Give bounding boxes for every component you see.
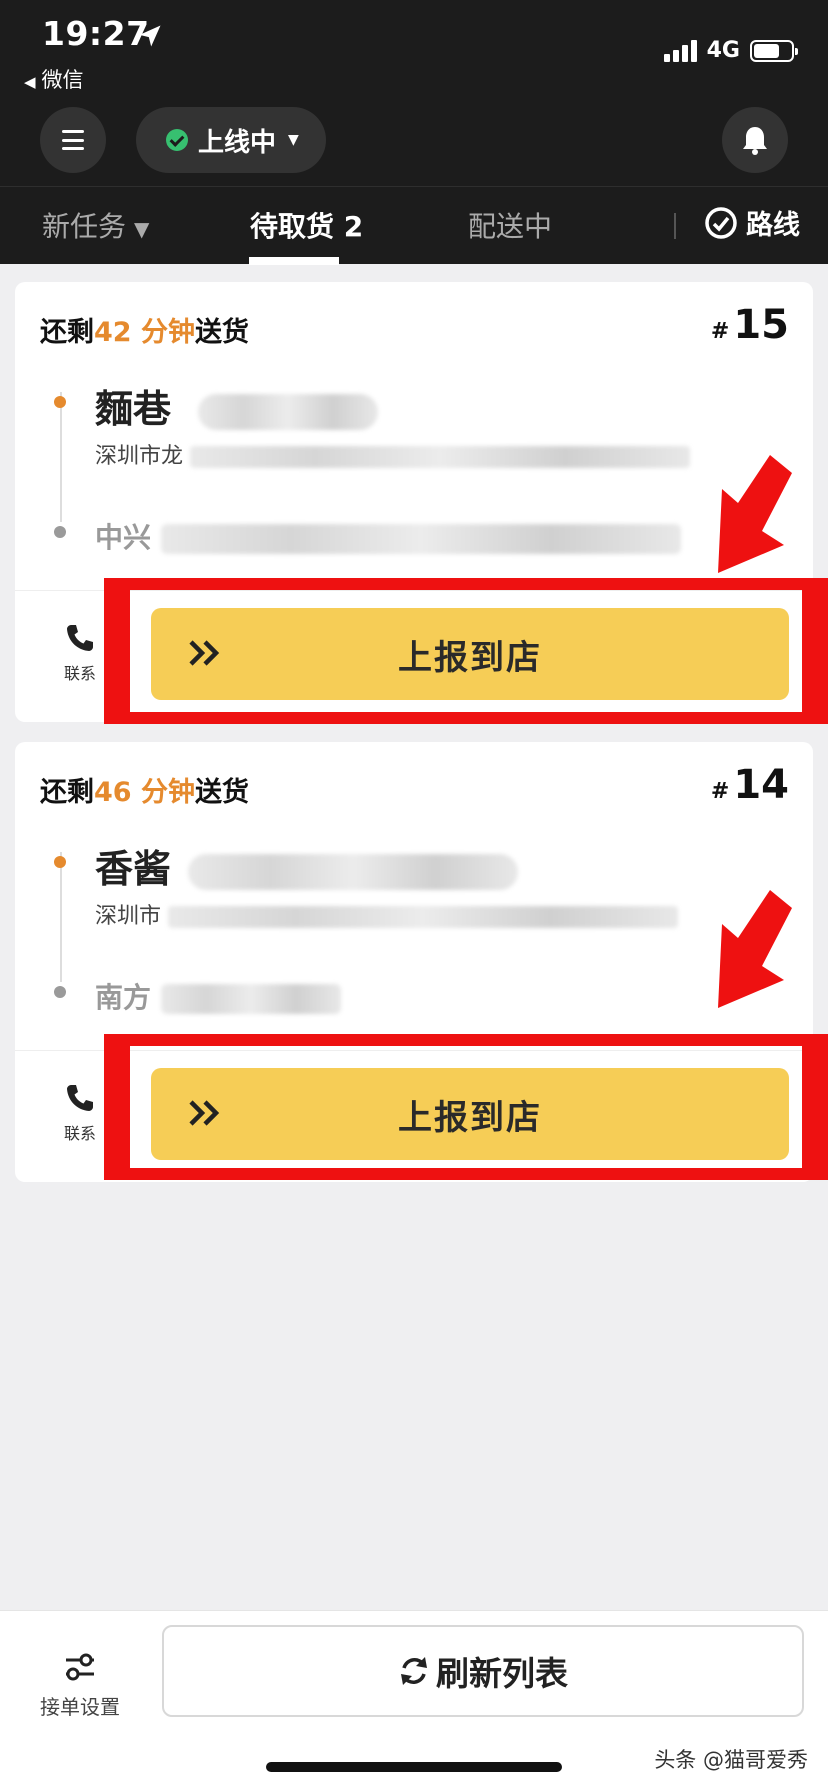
tab-new-tasks-label: 新任务: [42, 210, 127, 243]
tab-new-tasks[interactable]: 新任务 ▼: [42, 205, 149, 245]
notification-button[interactable]: [722, 107, 788, 173]
contact-label: 联系: [63, 664, 96, 683]
status-time: 19:27: [42, 14, 150, 53]
watermark: 头条 @猫哥爱秀: [654, 1748, 808, 1772]
network-type: 4G: [706, 38, 740, 63]
dropoff-dot-icon: [54, 526, 66, 538]
countdown-minutes: 42 分钟: [94, 317, 195, 348]
bell-icon: [743, 127, 767, 155]
redacted-address: [168, 906, 679, 928]
redacted-store-detail: [198, 393, 379, 430]
dropoff-dot-icon: [54, 986, 66, 998]
delivery-countdown: 还剩42 分钟送货: [40, 310, 249, 349]
delivery-countdown: 还剩46 分钟送货: [40, 770, 249, 809]
signal-icon: [663, 39, 697, 62]
caret-down-icon: ▼: [288, 132, 299, 148]
order-number-value: 14: [733, 762, 789, 808]
store-name-text: 香酱: [95, 847, 172, 891]
route-map-icon: [705, 206, 737, 239]
pickup-dot-icon: [54, 856, 66, 868]
contact-button[interactable]: 联系: [55, 622, 105, 684]
order-hash: #: [710, 779, 730, 804]
tab-pending-pickup[interactable]: 待取货 2: [250, 205, 363, 245]
route-label: 路线: [746, 210, 800, 241]
countdown-suffix: 送货: [194, 317, 249, 348]
store-name: 香酱: [95, 838, 519, 893]
order-hash: #: [710, 319, 730, 344]
back-app-label: 微信: [41, 68, 84, 92]
refresh-list-button[interactable]: 刷新列表: [162, 1625, 804, 1717]
route-button[interactable]: 路线: [704, 203, 800, 242]
order-number: #15: [711, 302, 789, 348]
route-connector: [60, 392, 62, 522]
countdown-prefix: 还剩: [40, 317, 94, 348]
status-indicators: 4G: [663, 38, 798, 63]
destination-text: 南方: [95, 981, 152, 1014]
menu-button[interactable]: [40, 107, 106, 173]
store-address: 深圳市: [95, 898, 679, 930]
store-address-text: 深圳市龙: [95, 444, 184, 469]
filter-icon: ▼: [134, 217, 150, 241]
order-settings-button[interactable]: 接单设置: [30, 1651, 130, 1720]
highlight-box: [104, 578, 828, 724]
store-address-text: 深圳市: [95, 904, 162, 929]
order-settings-label: 接单设置: [40, 1695, 120, 1719]
countdown-minutes: 46 分钟: [94, 777, 195, 808]
battery-icon: [750, 39, 798, 62]
store-address: 深圳市龙: [95, 438, 691, 470]
route-connector: [60, 852, 62, 982]
red-arrow-icon: [718, 890, 792, 1008]
destination: 南方: [95, 976, 341, 1016]
active-tab-indicator: [249, 257, 339, 265]
pickup-dot-icon: [54, 396, 66, 408]
online-status-dropdown[interactable]: 上线中 ▼: [136, 107, 326, 173]
phone-icon: [67, 1085, 93, 1111]
destination: 中兴: [95, 516, 681, 556]
store-name-text: 麵巷: [95, 387, 172, 431]
destination-text: 中兴: [95, 521, 152, 554]
order-number-value: 15: [733, 302, 789, 348]
redacted-address: [190, 446, 691, 468]
top-bar: 19:27 ◀ 微信 4G 上线中 ▼ 新任务 ▼ 待取货 2 配送中 路线: [0, 0, 828, 265]
refresh-icon: [401, 1657, 427, 1685]
tab-separator: [674, 213, 676, 239]
redacted-destination: [160, 524, 681, 554]
countdown-prefix: 还剩: [40, 777, 94, 808]
online-status-label: 上线中: [198, 127, 277, 158]
sliders-icon: [66, 1653, 94, 1681]
back-to-app[interactable]: ◀ 微信: [24, 64, 84, 94]
tab-delivering[interactable]: 配送中: [468, 205, 552, 245]
order-number: #14: [711, 762, 789, 808]
phone-icon: [67, 625, 93, 651]
highlight-box: [104, 1034, 828, 1180]
back-triangle-icon: ◀: [24, 73, 36, 91]
countdown-suffix: 送货: [194, 777, 249, 808]
task-tabs: 新任务 ▼ 待取货 2 配送中 路线: [0, 186, 828, 265]
store-name: 麵巷: [95, 378, 379, 433]
red-arrow-icon: [718, 455, 792, 573]
menu-icon: [62, 130, 84, 150]
check-circle-icon: [166, 129, 188, 151]
location-arrow-icon: [139, 25, 161, 47]
refresh-list-label: 刷新列表: [436, 1654, 568, 1693]
contact-button[interactable]: 联系: [55, 1082, 105, 1144]
home-indicator[interactable]: [266, 1762, 562, 1772]
contact-label: 联系: [63, 1124, 96, 1143]
redacted-destination: [160, 984, 341, 1014]
redacted-store-detail: [188, 853, 519, 890]
